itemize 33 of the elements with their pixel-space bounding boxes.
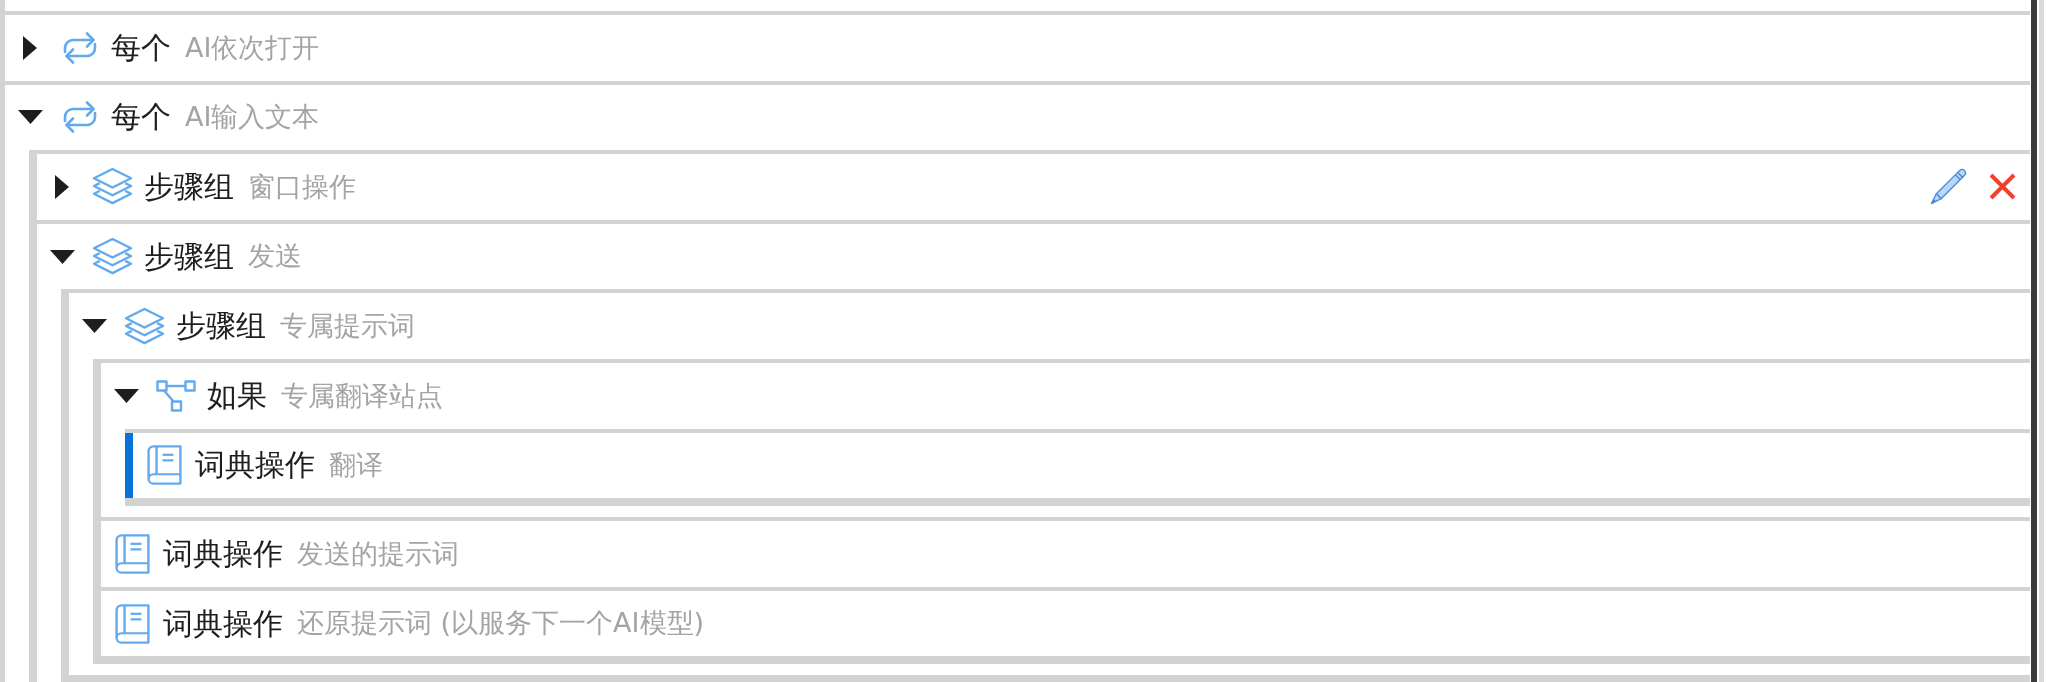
node-subtitle: 发送 (248, 240, 302, 273)
book-icon (115, 603, 150, 644)
caret-down-icon[interactable] (81, 319, 107, 334)
node-subtitle: AI依次打开 (185, 31, 320, 64)
node-subtitle: AI输入文本 (185, 101, 320, 134)
node-title: 步骤组 (144, 238, 234, 275)
book-icon (147, 445, 182, 486)
node-subtitle: 窗口操作 (248, 170, 356, 204)
node-title: 词典操作 (163, 535, 283, 572)
node-title: 步骤组 (144, 169, 234, 205)
caret-down-icon[interactable] (17, 110, 43, 125)
layers-icon (92, 167, 133, 207)
node-title: 词典操作 (195, 447, 315, 484)
caret-down-icon[interactable] (49, 249, 75, 264)
node-title: 如果 (207, 377, 267, 414)
caret-right-icon[interactable] (55, 175, 69, 199)
node-subtitle: 翻译 (329, 449, 383, 482)
caret-down-icon[interactable] (113, 388, 139, 403)
node-title: 词典操作 (163, 605, 283, 642)
pencil-icon[interactable] (1930, 168, 1967, 206)
book-icon (115, 533, 150, 574)
node-subtitle: 还原提示词 (以服务下一个AI模型) (297, 607, 705, 640)
node-subtitle: 发送的提示词 (297, 537, 459, 571)
node-title: 每个 (111, 29, 171, 66)
node-title: 步骤组 (176, 308, 266, 345)
node-title: 每个 (111, 99, 171, 136)
caret-right-icon[interactable] (23, 35, 37, 60)
branch-icon (156, 379, 196, 412)
node-subtitle: 专属翻译站点 (281, 379, 443, 412)
layers-icon (124, 306, 165, 346)
cross-icon[interactable] (1989, 173, 2016, 201)
layers-icon (92, 237, 133, 277)
node-subtitle: 专属提示词 (280, 309, 415, 343)
